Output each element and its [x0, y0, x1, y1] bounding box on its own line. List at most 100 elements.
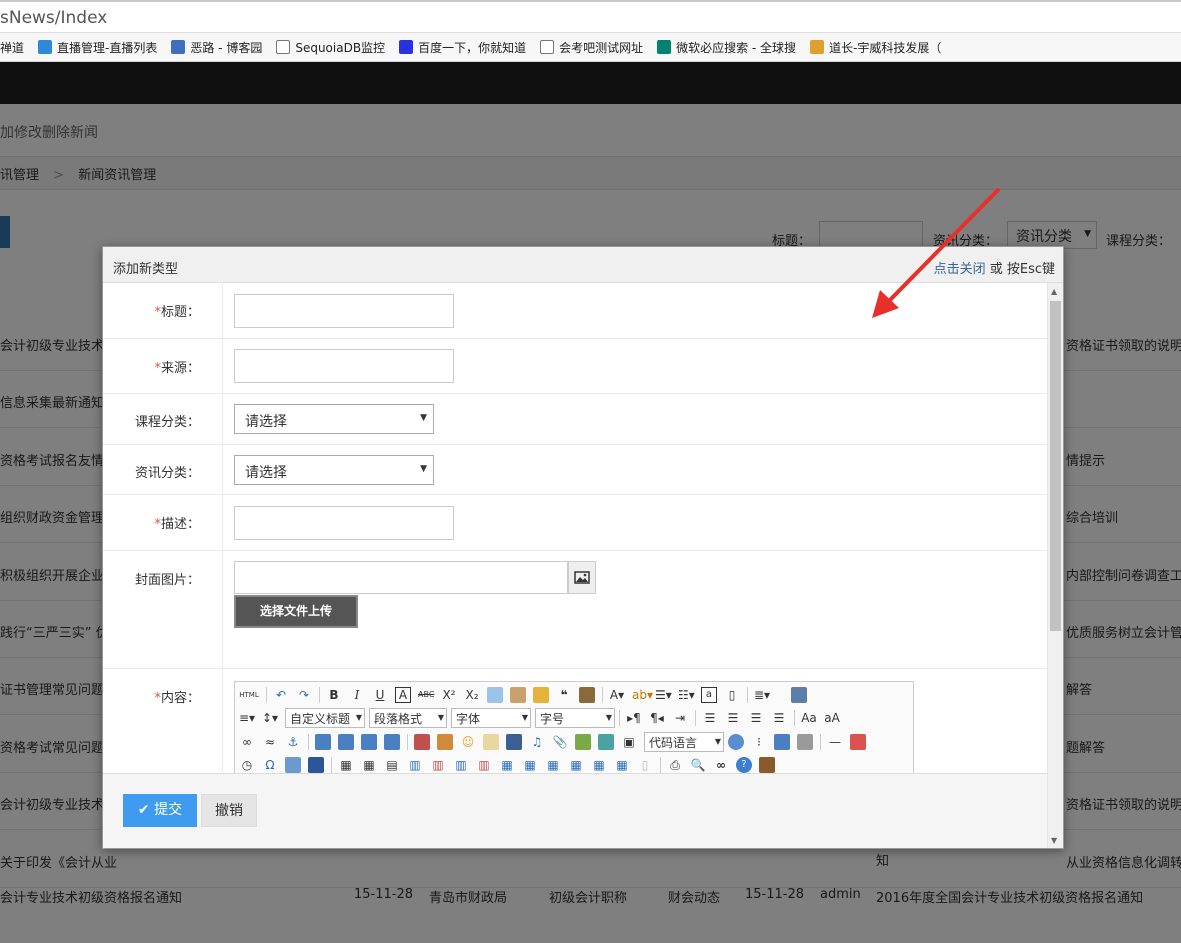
undo-icon[interactable]: ↶ — [273, 687, 289, 703]
align-center-icon[interactable]: ☰ — [725, 710, 741, 726]
music-icon[interactable]: ♫ — [529, 734, 545, 750]
category-select[interactable]: 请选择 ▼ — [234, 455, 434, 485]
merge-down-icon[interactable]: ▦ — [545, 757, 561, 773]
title-input[interactable] — [234, 294, 454, 328]
heading-select[interactable]: 自定义标题 ▼ — [285, 708, 365, 728]
course-select[interactable]: 请选择 ▼ — [234, 404, 434, 434]
split-cells-icon[interactable]: ▦ — [568, 757, 584, 773]
split-rows-icon[interactable]: ▦ — [591, 757, 607, 773]
close-link[interactable]: 点击关闭 — [934, 262, 986, 277]
special-char-icon[interactable]: Ω — [262, 757, 278, 773]
image-none-icon[interactable] — [315, 734, 331, 750]
date-icon[interactable] — [850, 734, 866, 750]
background-icon[interactable] — [797, 734, 813, 750]
to-uppercase-icon[interactable]: Aa — [801, 710, 817, 726]
scroll-up-icon[interactable]: ▲ — [1051, 287, 1057, 296]
row-spacing-icon[interactable]: ≣▾ — [754, 687, 770, 703]
align-right-icon[interactable]: ☰ — [748, 710, 764, 726]
bookmark-item[interactable]: SequoiaDB监控 — [276, 33, 385, 61]
underline-icon[interactable]: U — [372, 687, 388, 703]
blockquote-icon[interactable]: ❝ — [556, 687, 572, 703]
multi-image-icon[interactable] — [437, 734, 453, 750]
insert-frame-icon[interactable]: ▣ — [621, 734, 637, 750]
address-bar[interactable]: sNews/Index — [0, 0, 1181, 33]
print-preview-icon[interactable]: 🔍 — [690, 757, 706, 773]
delete-col-icon[interactable]: ▥ — [476, 757, 492, 773]
print-icon[interactable]: ⎙ — [667, 757, 683, 773]
preview-icon[interactable] — [791, 687, 807, 703]
align-left-icon[interactable]: ☰ — [702, 710, 718, 726]
scrollbar-thumb[interactable] — [1050, 301, 1061, 631]
pagebreak-icon[interactable]: ⁝ — [751, 734, 767, 750]
search-replace-icon[interactable]: ∞ — [713, 757, 729, 773]
image-left-icon[interactable] — [338, 734, 354, 750]
rtl-icon[interactable]: ¶◂ — [649, 710, 665, 726]
horizontal-rule-icon[interactable]: — — [827, 734, 843, 750]
image-right-icon[interactable] — [361, 734, 377, 750]
bookmark-item[interactable]: 恶路 - 博客园 — [171, 33, 262, 61]
rich-text-editor[interactable]: HTML ↶ ↷ B I U A ABC X² X₂ ❝ A▾ ab▾ ☰▾ ☷… — [234, 681, 914, 773]
cancel-button[interactable]: 撤销 — [201, 794, 257, 827]
strikethrough-icon[interactable]: ABC — [418, 687, 434, 703]
help-icon[interactable]: ? — [736, 757, 752, 773]
font-border-icon[interactable]: A — [395, 687, 411, 703]
upload-file-button[interactable]: 选择文件上传 — [234, 595, 358, 628]
desc-input[interactable] — [234, 506, 454, 540]
to-lowercase-icon[interactable]: aA — [824, 710, 840, 726]
align-justify-icon[interactable]: ☰ — [771, 710, 787, 726]
ltr-icon[interactable]: ▸¶ — [626, 710, 642, 726]
time-icon[interactable]: ◷ — [239, 757, 255, 773]
bookmark-item[interactable]: 禅道 — [0, 33, 24, 61]
redo-icon[interactable]: ↷ — [296, 687, 312, 703]
italic-icon[interactable]: I — [349, 687, 365, 703]
scroll-down-icon[interactable]: ▼ — [1051, 836, 1057, 845]
bookmark-item[interactable]: 道长-宇威科技发展（ — [810, 33, 941, 61]
link-icon[interactable]: ∞ — [239, 734, 255, 750]
image-browse-button[interactable] — [568, 561, 596, 594]
split-cols-icon[interactable]: ▦ — [614, 757, 630, 773]
video-icon[interactable] — [506, 734, 522, 750]
ordered-list-icon[interactable]: ☰▾ — [655, 687, 672, 703]
eraser-icon[interactable] — [487, 687, 503, 703]
delete-table-icon[interactable]: ▦ — [361, 757, 377, 773]
font-size-select[interactable]: 字号 ▼ — [535, 708, 615, 728]
merge-right-icon[interactable]: ▦ — [522, 757, 538, 773]
webapp-icon[interactable] — [728, 734, 744, 750]
bold-icon[interactable]: B — [326, 687, 342, 703]
bookmark-item[interactable]: 百度一下，你就知道 — [399, 33, 526, 61]
image-center-icon[interactable] — [384, 734, 400, 750]
paragraph-select[interactable]: 段落格式 ▼ — [369, 708, 447, 728]
modal-scrollbar[interactable]: ▲ ▼ — [1047, 283, 1063, 848]
unlink-icon[interactable]: ≈ — [262, 734, 278, 750]
submit-button[interactable]: ✔ 提交 — [123, 794, 197, 827]
bookmark-item[interactable]: 微软必应搜索 - 全球搜 — [657, 33, 796, 61]
insert-paragraph-icon[interactable]: ▤ — [384, 757, 400, 773]
attachment-icon[interactable]: 📎 — [552, 734, 568, 750]
scrawl-icon[interactable] — [483, 734, 499, 750]
paragraph-spacing-icon[interactable]: ≡▾ — [239, 710, 255, 726]
map-icon[interactable] — [575, 734, 591, 750]
delete-row-icon[interactable]: ▥ — [430, 757, 446, 773]
draft-icon[interactable] — [759, 757, 775, 773]
insert-row-icon[interactable]: ▥ — [407, 757, 423, 773]
snapscreen-icon[interactable] — [285, 757, 301, 773]
gmap-icon[interactable] — [598, 734, 614, 750]
word-image-icon[interactable] — [308, 757, 324, 773]
template-icon[interactable] — [774, 734, 790, 750]
merge-cells-icon[interactable]: ▦ — [499, 757, 515, 773]
font-color-icon[interactable]: A▾ — [609, 687, 625, 703]
html-source-icon[interactable]: HTML — [239, 687, 259, 703]
select-all-icon[interactable]: a — [701, 687, 717, 703]
highlight-icon[interactable]: ab▾ — [632, 687, 653, 703]
superscript-icon[interactable]: X² — [441, 687, 457, 703]
bookmark-item[interactable]: 会考吧测试网址 — [540, 33, 643, 61]
insert-table-icon[interactable]: ▦ — [338, 757, 354, 773]
auto-format-icon[interactable] — [533, 687, 549, 703]
insert-col-icon[interactable]: ▥ — [453, 757, 469, 773]
font-select[interactable]: 字体 ▼ — [451, 708, 531, 728]
anchor-icon[interactable]: ⚓ — [285, 734, 301, 750]
emoticon-icon[interactable]: ☺ — [460, 734, 476, 750]
bookmark-item[interactable]: 直播管理-直播列表 — [38, 33, 157, 61]
subscript-icon[interactable]: X₂ — [464, 687, 480, 703]
indent-icon[interactable]: ⇥ — [672, 710, 688, 726]
